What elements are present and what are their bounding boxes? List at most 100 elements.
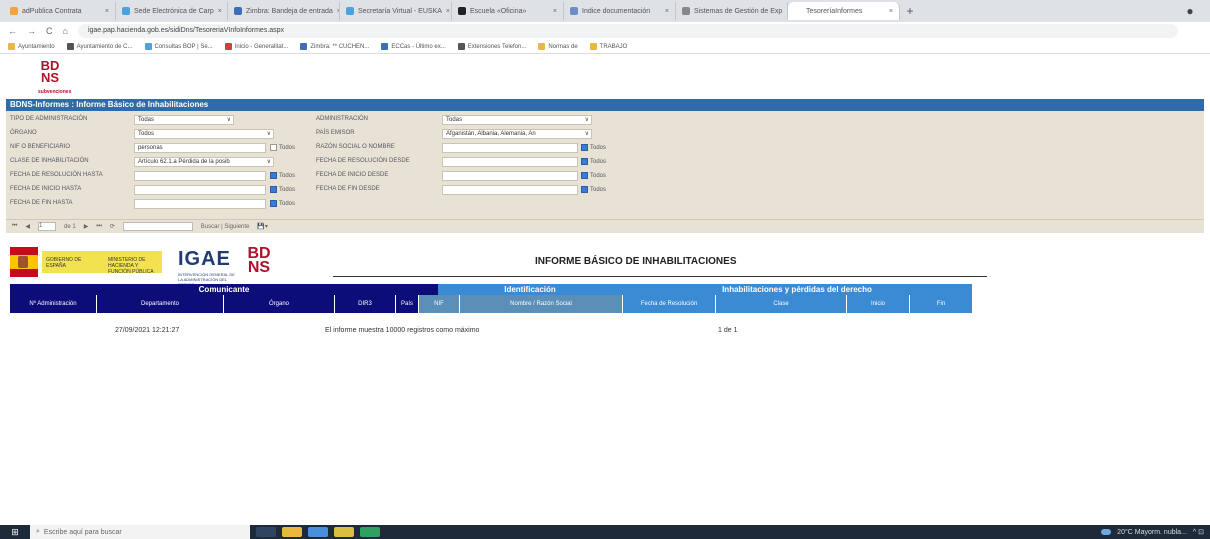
bookmark-item[interactable]: Inicio - Generalitat... bbox=[224, 43, 288, 50]
todos-checkbox[interactable]: Todos bbox=[270, 200, 295, 207]
fecha-fin-desde-input[interactable] bbox=[442, 185, 578, 195]
url-field[interactable]: igae.pap.hacienda.gob.es/sidiDns/Tesorer… bbox=[77, 24, 1178, 38]
todos-checkbox[interactable]: Todos bbox=[270, 186, 295, 193]
tipo-administracion-select[interactable]: Todas ∨ bbox=[134, 115, 234, 125]
field-label: FECHA DE RESOLUCIÓN DESDE bbox=[316, 158, 410, 164]
new-tab-button[interactable]: + bbox=[900, 4, 920, 18]
checkbox-box-checked bbox=[581, 172, 588, 179]
chevron-down-icon: ∨ bbox=[266, 159, 271, 165]
reload-icon[interactable]: C bbox=[46, 26, 53, 36]
todos-checkbox[interactable]: Todos bbox=[270, 172, 295, 179]
field-label: RAZÓN SOCIAL O NOMBRE bbox=[316, 144, 395, 150]
checkbox-box-checked bbox=[581, 186, 588, 193]
report-page-indicator: 1 de 1 bbox=[718, 327, 738, 334]
bookmark-item[interactable]: TRABAJO bbox=[589, 43, 627, 50]
bookmark-item[interactable]: Consultas BOP | Se... bbox=[144, 43, 213, 50]
bookmark-icon bbox=[300, 43, 308, 50]
browser-tab-active[interactable]: TesoreríaInformes × bbox=[788, 2, 900, 20]
file-explorer-icon[interactable] bbox=[282, 527, 302, 537]
column-header: NIF bbox=[419, 295, 459, 313]
next-page-icon[interactable]: ▶ bbox=[84, 223, 89, 230]
account-icon[interactable]: ● bbox=[1170, 4, 1210, 18]
close-icon[interactable]: × bbox=[889, 8, 893, 15]
field-label: FECHA DE INICIO HASTA bbox=[10, 186, 82, 192]
page-number-input[interactable]: 1 bbox=[38, 222, 57, 231]
close-icon[interactable]: × bbox=[218, 8, 222, 15]
fecha-inicio-desde-input[interactable] bbox=[442, 171, 578, 181]
checkbox-box-checked bbox=[581, 144, 588, 151]
close-icon[interactable]: × bbox=[553, 8, 557, 15]
weather-text[interactable]: 20°C Mayorm. nubla... bbox=[1117, 529, 1187, 536]
ministry-name: GOBIERNO DE ESPAÑA bbox=[46, 257, 82, 269]
chrome-icon[interactable] bbox=[308, 527, 328, 537]
pais-emisor-select[interactable]: Afganistán, Albania, Alemania, An ∨ bbox=[442, 129, 592, 139]
browser-tab[interactable]: Indice documentación × bbox=[564, 2, 676, 20]
organo-select[interactable]: Todos ∨ bbox=[134, 129, 274, 139]
browser-tab[interactable]: Sistemas de Gestión de Exp× bbox=[676, 2, 788, 20]
first-page-icon[interactable]: ⏮ bbox=[12, 223, 17, 230]
clase-inhabilitacion-select[interactable]: Artículo 62.1.a Pérdida de la posib ∨ bbox=[134, 157, 274, 167]
windows-start-icon[interactable]: ⊞ bbox=[0, 527, 30, 538]
column-header: Fecha de Resolución bbox=[623, 295, 715, 313]
field-label: FECHA DE FIN HASTA bbox=[10, 200, 73, 206]
chevron-down-icon: ∨ bbox=[584, 117, 589, 123]
fecha-resolucion-desde-input[interactable] bbox=[442, 157, 578, 167]
todos-checkbox[interactable]: Todos bbox=[581, 144, 606, 151]
browser-tab[interactable]: Sede Electrónica de Carp × bbox=[116, 2, 228, 20]
bookmark-item[interactable]: ECCas - Último ex... bbox=[381, 43, 446, 50]
close-icon[interactable]: × bbox=[105, 8, 109, 15]
find-next-link[interactable]: Buscar | Siguiente bbox=[201, 224, 250, 230]
refresh-icon[interactable]: ⟳ bbox=[110, 223, 115, 230]
form-row: FECHA DE INICIO HASTA Todos FECHA DE FIN… bbox=[6, 183, 1204, 196]
taskbar-search[interactable]: ⌕ Escribe aquí para buscar bbox=[30, 525, 250, 539]
bookmark-item[interactable]: Zimbra: ** CUCHEN... bbox=[300, 43, 369, 50]
todos-checkbox[interactable]: Todos bbox=[270, 144, 295, 151]
todos-checkbox[interactable]: Todos bbox=[581, 186, 606, 193]
tab-favicon-icon bbox=[794, 7, 802, 15]
fecha-fin-hasta-input[interactable] bbox=[134, 199, 266, 209]
browser-tab[interactable]: Secretaría Virtual - EUSKA × bbox=[340, 2, 452, 20]
tab-favicon-icon bbox=[10, 7, 18, 15]
todos-checkbox[interactable]: Todos bbox=[581, 158, 606, 165]
field-label: FECHA DE FIN DESDE bbox=[316, 186, 380, 192]
prev-page-icon[interactable]: ◀ bbox=[25, 223, 30, 230]
fecha-inicio-hasta-input[interactable] bbox=[134, 185, 266, 195]
report-timestamp: 27/09/2021 12:21:27 bbox=[115, 327, 180, 334]
taskbar-app-icon[interactable] bbox=[360, 527, 380, 537]
taskbar-app-icon[interactable] bbox=[334, 527, 354, 537]
nif-input[interactable]: personas bbox=[134, 143, 266, 153]
browser-tab[interactable]: Escuela «Oficina» × bbox=[452, 2, 564, 20]
export-icon[interactable]: 💾▾ bbox=[257, 223, 267, 230]
bookmark-icon bbox=[538, 43, 546, 50]
bookmark-icon bbox=[457, 43, 465, 50]
find-input[interactable] bbox=[122, 222, 193, 231]
close-icon[interactable]: × bbox=[665, 8, 669, 15]
administracion-select[interactable]: Todas ∨ bbox=[442, 115, 592, 125]
bookmark-item[interactable]: Ayuntamiento de C... bbox=[66, 43, 133, 50]
fecha-resolucion-hasta-input[interactable] bbox=[134, 171, 266, 181]
browser-tab[interactable]: adPublica Contrata × bbox=[4, 2, 116, 20]
column-header: Inicio bbox=[847, 295, 909, 313]
task-view-icon[interactable] bbox=[256, 527, 276, 537]
close-icon[interactable]: × bbox=[446, 8, 450, 15]
forward-icon[interactable]: → bbox=[27, 26, 36, 36]
tab-favicon-icon bbox=[682, 7, 690, 15]
browser-tab[interactable]: Zimbra: Bandeja de entrada× bbox=[228, 2, 340, 20]
filter-form: TIPO DE ADMINISTRACIÓN Todas ∨ ADMINISTRA… bbox=[6, 111, 1204, 219]
tab-favicon-icon bbox=[122, 7, 130, 15]
bookmark-item[interactable]: Normas de bbox=[538, 43, 578, 50]
field-label: ÓRGANO bbox=[10, 130, 37, 136]
bookmark-icon bbox=[8, 43, 15, 50]
bdns-logo: BD NS subvenciones bbox=[38, 58, 72, 95]
bookmark-item[interactable]: Ayuntamiento bbox=[8, 43, 55, 50]
home-icon[interactable]: ⌂ bbox=[63, 26, 68, 36]
todos-checkbox[interactable]: Todos bbox=[581, 172, 606, 179]
form-row: TIPO DE ADMINISTRACIÓN Todas ∨ ADMINISTRA… bbox=[6, 113, 1204, 126]
last-page-icon[interactable]: ⏭ bbox=[96, 223, 101, 230]
razon-social-input[interactable] bbox=[442, 143, 578, 153]
back-icon[interactable]: ← bbox=[8, 26, 17, 36]
form-row: ÓRGANO Todos ∨ PAÍS EMISOR Afganistán, Al… bbox=[6, 127, 1204, 140]
bookmark-item[interactable]: Extensiones Telefon... bbox=[457, 43, 526, 50]
tray-icons[interactable]: ^ ⊡ bbox=[1193, 528, 1204, 536]
checkbox-box-checked bbox=[270, 172, 277, 179]
